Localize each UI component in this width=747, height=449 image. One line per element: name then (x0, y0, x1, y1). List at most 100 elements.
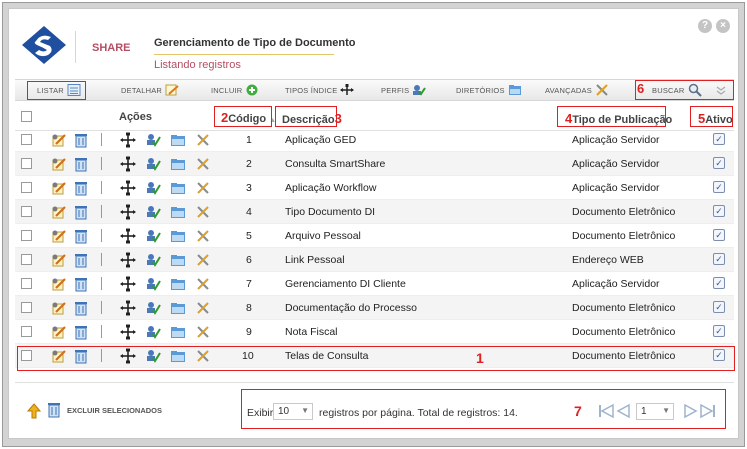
profiles-icon[interactable] (145, 204, 161, 220)
edit-icon[interactable] (51, 156, 67, 172)
profiles-icon[interactable] (145, 252, 161, 268)
index-types-icon[interactable] (120, 132, 136, 148)
row-checkbox[interactable] (21, 206, 32, 217)
table-row[interactable]: 5 Arquivo Pessoal Documento Eletrônico ✓ (15, 224, 734, 248)
profiles-icon[interactable] (145, 276, 161, 292)
edit-icon[interactable] (51, 204, 67, 220)
tools-icon[interactable] (195, 276, 211, 292)
tools-icon[interactable] (195, 180, 211, 196)
select-all-checkbox[interactable] (21, 111, 32, 122)
trash-icon[interactable] (73, 300, 89, 316)
profiles-icon[interactable] (145, 132, 161, 148)
trash-icon[interactable] (73, 324, 89, 340)
tab-diretorios[interactable]: DIRETÓRIOS (456, 80, 522, 100)
row-checkbox[interactable] (21, 134, 32, 145)
trash-icon[interactable] (73, 204, 89, 220)
trash-icon[interactable] (73, 156, 89, 172)
up-level-icon[interactable] (27, 403, 41, 419)
folder-icon (508, 85, 521, 95)
folder-icon[interactable] (170, 300, 186, 316)
index-types-icon[interactable] (120, 180, 136, 196)
window-frame: SHARE Gerenciamento de Tipo de Documento… (2, 2, 745, 447)
ativo-checkbox[interactable]: ✓ (713, 277, 725, 289)
table-row[interactable]: 1 Aplicação GED Aplicação Servidor ✓ (15, 128, 734, 152)
ativo-checkbox[interactable]: ✓ (713, 229, 725, 241)
folder-icon[interactable] (170, 276, 186, 292)
trash-icon[interactable] (73, 252, 89, 268)
tools-icon[interactable] (195, 204, 211, 220)
profiles-icon[interactable] (145, 180, 161, 196)
index-types-icon[interactable] (120, 204, 136, 220)
folder-icon[interactable] (170, 324, 186, 340)
index-types-icon[interactable] (120, 156, 136, 172)
index-types-icon[interactable] (120, 252, 136, 268)
help-icon[interactable]: ? (698, 19, 712, 33)
table-row[interactable]: 3 Aplicação Workflow Aplicação Servidor ✓ (15, 176, 734, 200)
ativo-checkbox[interactable]: ✓ (713, 157, 725, 169)
tab-tipos-indice[interactable]: TIPOS ÍNDICE (285, 80, 355, 100)
ativo-checkbox[interactable]: ✓ (713, 133, 725, 145)
cell-codigo: 3 (246, 182, 252, 194)
ativo-checkbox[interactable]: ✓ (713, 301, 725, 313)
action-divider (101, 229, 102, 242)
trash-icon[interactable] (73, 132, 89, 148)
table-row[interactable]: 8 Documentação do Processo Documento Eletr… (15, 296, 734, 320)
table-row[interactable]: 9 Nota Fiscal Documento Eletrônico ✓ (15, 320, 734, 344)
table-row[interactable]: 6 Link Pessoal Endereço WEB ✓ (15, 248, 734, 272)
edit-icon[interactable] (51, 276, 67, 292)
index-types-icon[interactable] (120, 276, 136, 292)
tab-incluir[interactable]: INCLUIR (211, 80, 259, 100)
edit-icon[interactable] (51, 132, 67, 148)
ativo-checkbox[interactable]: ✓ (713, 181, 725, 193)
profiles-icon[interactable] (145, 228, 161, 244)
row-checkbox[interactable] (21, 302, 32, 313)
row-checkbox[interactable] (21, 326, 32, 337)
row-checkbox[interactable] (21, 254, 32, 265)
table-row[interactable]: 2 Consulta SmartShare Aplicação Servidor ✓ (15, 152, 734, 176)
index-types-icon[interactable] (120, 300, 136, 316)
row-checkbox[interactable] (21, 278, 32, 289)
edit-icon[interactable] (51, 300, 67, 316)
tools-icon[interactable] (195, 324, 211, 340)
index-types-icon[interactable] (120, 324, 136, 340)
close-icon[interactable]: × (716, 19, 730, 33)
annotation-6: 6 (637, 81, 645, 96)
tab-avancadas[interactable]: AVANÇADAS (545, 80, 609, 100)
trash-icon[interactable] (73, 180, 89, 196)
edit-icon[interactable] (51, 252, 67, 268)
folder-icon[interactable] (170, 252, 186, 268)
index-types-icon[interactable] (120, 228, 136, 244)
tools-icon[interactable] (195, 300, 211, 316)
edit-icon[interactable] (51, 324, 67, 340)
row-checkbox[interactable] (21, 158, 32, 169)
profiles-icon[interactable] (145, 156, 161, 172)
tools-icon[interactable] (195, 228, 211, 244)
ativo-checkbox[interactable]: ✓ (713, 325, 725, 337)
tools-icon[interactable] (195, 156, 211, 172)
folder-icon[interactable] (170, 180, 186, 196)
ativo-checkbox[interactable]: ✓ (713, 205, 725, 217)
delete-selected-button[interactable]: EXCLUIR SELECIONADOS (67, 406, 162, 415)
table-row[interactable]: 7 Gerenciamento DI Cliente Aplicação Servi… (15, 272, 734, 296)
annotation-box-listar (27, 81, 86, 100)
profiles-icon[interactable] (145, 324, 161, 340)
trash-icon[interactable] (47, 402, 61, 418)
folder-icon[interactable] (170, 204, 186, 220)
row-checkbox[interactable] (21, 182, 32, 193)
table-row[interactable]: 4 Tipo Documento DI Documento Eletrônico ✓ (15, 200, 734, 224)
row-checkbox[interactable] (21, 230, 32, 241)
trash-icon[interactable] (73, 276, 89, 292)
profiles-icon[interactable] (145, 300, 161, 316)
tab-detalhar[interactable]: DETALHAR (121, 80, 179, 100)
tab-perfis[interactable]: PERFIS (381, 80, 427, 100)
tools-icon[interactable] (195, 252, 211, 268)
trash-icon[interactable] (73, 228, 89, 244)
annotation-box-ativo (690, 106, 733, 127)
edit-icon[interactable] (51, 180, 67, 196)
folder-icon[interactable] (170, 132, 186, 148)
tools-icon[interactable] (195, 132, 211, 148)
ativo-checkbox[interactable]: ✓ (713, 253, 725, 265)
folder-icon[interactable] (170, 228, 186, 244)
edit-icon[interactable] (51, 228, 67, 244)
folder-icon[interactable] (170, 156, 186, 172)
